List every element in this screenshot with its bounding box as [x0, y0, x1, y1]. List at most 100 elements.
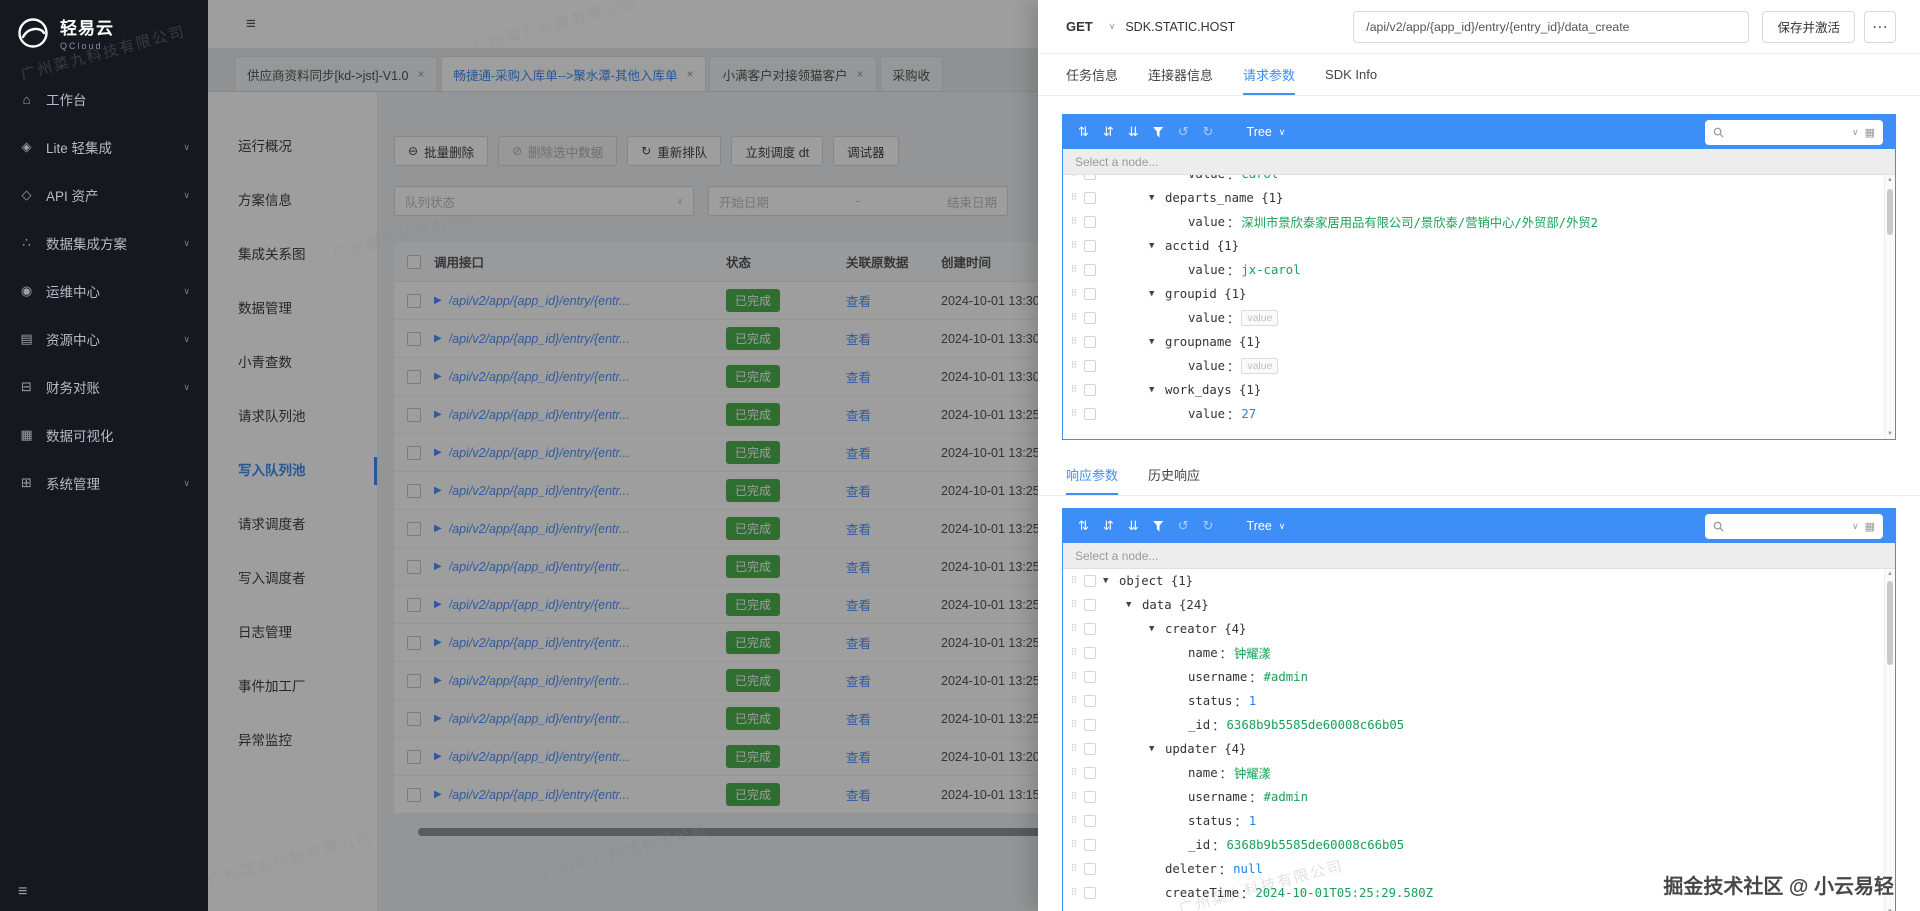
sidebar-item-api[interactable]: ◇API 资产∨	[0, 171, 208, 219]
drag-handle-icon[interactable]: ⠿	[1067, 313, 1081, 323]
response-tab-2[interactable]: 历史响应	[1148, 454, 1200, 495]
tree-row[interactable]: ⠿value：value	[1067, 354, 1895, 378]
tree-row[interactable]: ⠿updateTime：2024-10-01T05:25:29.580Z	[1067, 905, 1895, 911]
tree-node-checkbox[interactable]	[1084, 288, 1096, 300]
caret-down-icon[interactable]: ▼	[1149, 241, 1165, 251]
drag-handle-icon[interactable]: ⠿	[1067, 265, 1081, 275]
vertical-scrollbar[interactable]: ▲ ▼	[1884, 175, 1895, 439]
scroll-up-icon[interactable]: ▲	[1885, 571, 1895, 577]
tree-row[interactable]: ⠿username：#admin	[1067, 665, 1895, 689]
tree-row[interactable]: ⠿status：1	[1067, 689, 1895, 713]
tree-row[interactable]: ⠿_id：6368b9b5585de60008c66b05	[1067, 713, 1895, 737]
caret-down-icon[interactable]: ▼	[1149, 337, 1165, 347]
tree-node-checkbox[interactable]	[1084, 839, 1096, 851]
tree-mode-select[interactable]: Tree ∨	[1247, 519, 1286, 533]
drag-handle-icon[interactable]: ⠿	[1067, 361, 1081, 371]
caret-down-icon[interactable]: ▼	[1149, 744, 1165, 754]
sidebar-item-lite[interactable]: ◈Lite 轻集成∨	[0, 123, 208, 171]
drag-handle-icon[interactable]: ⠿	[1067, 337, 1081, 347]
sort-icon[interactable]: ⇊	[1128, 518, 1139, 534]
tree-row[interactable]: ⠿value：carol	[1067, 175, 1895, 186]
search-input[interactable]	[1730, 125, 1846, 139]
drag-handle-icon[interactable]: ⠿	[1067, 744, 1081, 754]
drag-handle-icon[interactable]: ⠿	[1067, 648, 1081, 658]
tree-node-checkbox[interactable]	[1084, 408, 1096, 420]
drag-handle-icon[interactable]: ⠿	[1067, 840, 1081, 850]
tree-node-checkbox[interactable]	[1084, 175, 1096, 180]
scroll-up-icon[interactable]: ▲	[1885, 177, 1895, 183]
tree-row[interactable]: ⠿_id：6368b9b5585de60008c66b05	[1067, 833, 1895, 857]
tree-node-checkbox[interactable]	[1084, 719, 1096, 731]
caret-down-icon[interactable]: ▼	[1149, 385, 1165, 395]
tree-mode-select[interactable]: Tree ∨	[1247, 125, 1286, 139]
drag-handle-icon[interactable]: ⠿	[1067, 217, 1081, 227]
drag-handle-icon[interactable]: ⠿	[1067, 193, 1081, 203]
redo-icon[interactable]: ↻	[1203, 124, 1214, 140]
tree-node-checkbox[interactable]	[1084, 264, 1096, 276]
tree-row[interactable]: ⠿value：value	[1067, 306, 1895, 330]
tree-node-checkbox[interactable]	[1084, 384, 1096, 396]
drag-handle-icon[interactable]: ⠿	[1067, 768, 1081, 778]
search-input[interactable]	[1730, 519, 1846, 533]
caret-down-icon[interactable]: ▼	[1149, 289, 1165, 299]
sidebar-collapse-icon[interactable]: ≡	[18, 883, 27, 901]
chevron-down-icon[interactable]: ∨	[1852, 521, 1859, 532]
tree-row[interactable]: ⠿▼updater {4}	[1067, 737, 1895, 761]
sidebar-item-integration[interactable]: ∴数据集成方案∨	[0, 219, 208, 267]
tree-node-checkbox[interactable]	[1084, 791, 1096, 803]
sidebar-item-finance[interactable]: ⊟财务对账∨	[0, 363, 208, 411]
drag-handle-icon[interactable]: ⠿	[1067, 816, 1081, 826]
drag-handle-icon[interactable]: ⠿	[1067, 864, 1081, 874]
tree-row[interactable]: ⠿createTime：2024-10-01T05:25:29.580Z	[1067, 881, 1895, 905]
tree-node-checkbox[interactable]	[1084, 216, 1096, 228]
tree-node-checkbox[interactable]	[1084, 336, 1096, 348]
tree-row[interactable]: ⠿username：#admin	[1067, 785, 1895, 809]
collapse-all-icon[interactable]: ⇵	[1103, 124, 1114, 140]
drawer-mask[interactable]	[208, 0, 1038, 911]
drag-handle-icon[interactable]: ⠿	[1067, 696, 1081, 706]
tree-row[interactable]: ⠿deleter：null	[1067, 857, 1895, 881]
undo-icon[interactable]: ↺	[1178, 518, 1189, 534]
tree-node-checkbox[interactable]	[1084, 647, 1096, 659]
tree-node-checkbox[interactable]	[1084, 815, 1096, 827]
tree-node-checkbox[interactable]	[1084, 671, 1096, 683]
drawer-tab-1[interactable]: 任务信息	[1066, 54, 1118, 95]
caret-down-icon[interactable]: ▼	[1103, 576, 1119, 586]
scroll-down-icon[interactable]: ▼	[1885, 431, 1895, 437]
tree-row[interactable]: ⠿▼groupname {1}	[1067, 330, 1895, 354]
tree-row[interactable]: ⠿name：钟耀漾	[1067, 761, 1895, 785]
redo-icon[interactable]: ↻	[1203, 518, 1214, 534]
tree-node-checkbox[interactable]	[1084, 623, 1096, 635]
tree-row[interactable]: ⠿status：1	[1067, 809, 1895, 833]
tree-row[interactable]: ⠿▼acctid {1}	[1067, 234, 1895, 258]
caret-down-icon[interactable]: ▼	[1126, 600, 1142, 610]
undo-icon[interactable]: ↺	[1178, 124, 1189, 140]
tree-node-checkbox[interactable]	[1084, 863, 1096, 875]
collapse-all-icon[interactable]: ⇵	[1103, 518, 1114, 534]
tree-node-checkbox[interactable]	[1084, 599, 1096, 611]
tree-row[interactable]: ⠿▼departs_name {1}	[1067, 186, 1895, 210]
tree-node-checkbox[interactable]	[1084, 192, 1096, 204]
chevron-down-icon[interactable]: ∨	[1109, 21, 1116, 32]
url-input[interactable]: /api/v2/app/{app_id}/entry/{entry_id}/da…	[1353, 11, 1749, 43]
scroll-thumb[interactable]	[1887, 581, 1893, 665]
tree-row[interactable]: ⠿▼groupid {1}	[1067, 282, 1895, 306]
scroll-thumb[interactable]	[1887, 189, 1893, 235]
more-actions-button[interactable]: ⋯	[1864, 11, 1896, 43]
drawer-tab-4[interactable]: SDK Info	[1325, 54, 1377, 95]
drag-handle-icon[interactable]: ⠿	[1067, 289, 1081, 299]
search-options-icon[interactable]: ▦	[1865, 520, 1875, 533]
drag-handle-icon[interactable]: ⠿	[1067, 792, 1081, 802]
http-method-select[interactable]: GET	[1066, 19, 1093, 34]
drag-handle-icon[interactable]: ⠿	[1067, 385, 1081, 395]
drag-handle-icon[interactable]: ⠿	[1067, 720, 1081, 730]
tree-row[interactable]: ⠿value：深圳市景欣泰家居用品有限公司/景欣泰/营销中心/外贸部/外贸2	[1067, 210, 1895, 234]
host-select[interactable]: SDK.STATIC.HOST	[1125, 20, 1235, 34]
drawer-tab-2[interactable]: 连接器信息	[1148, 54, 1213, 95]
drawer-tab-3[interactable]: 请求参数	[1243, 54, 1295, 95]
tree-row[interactable]: ⠿name：钟耀漾	[1067, 641, 1895, 665]
expand-all-icon[interactable]: ⇅	[1078, 518, 1089, 534]
tree-row[interactable]: ⠿▼creator {4}	[1067, 617, 1895, 641]
tree-node-checkbox[interactable]	[1084, 312, 1096, 324]
tree-node-checkbox[interactable]	[1084, 767, 1096, 779]
